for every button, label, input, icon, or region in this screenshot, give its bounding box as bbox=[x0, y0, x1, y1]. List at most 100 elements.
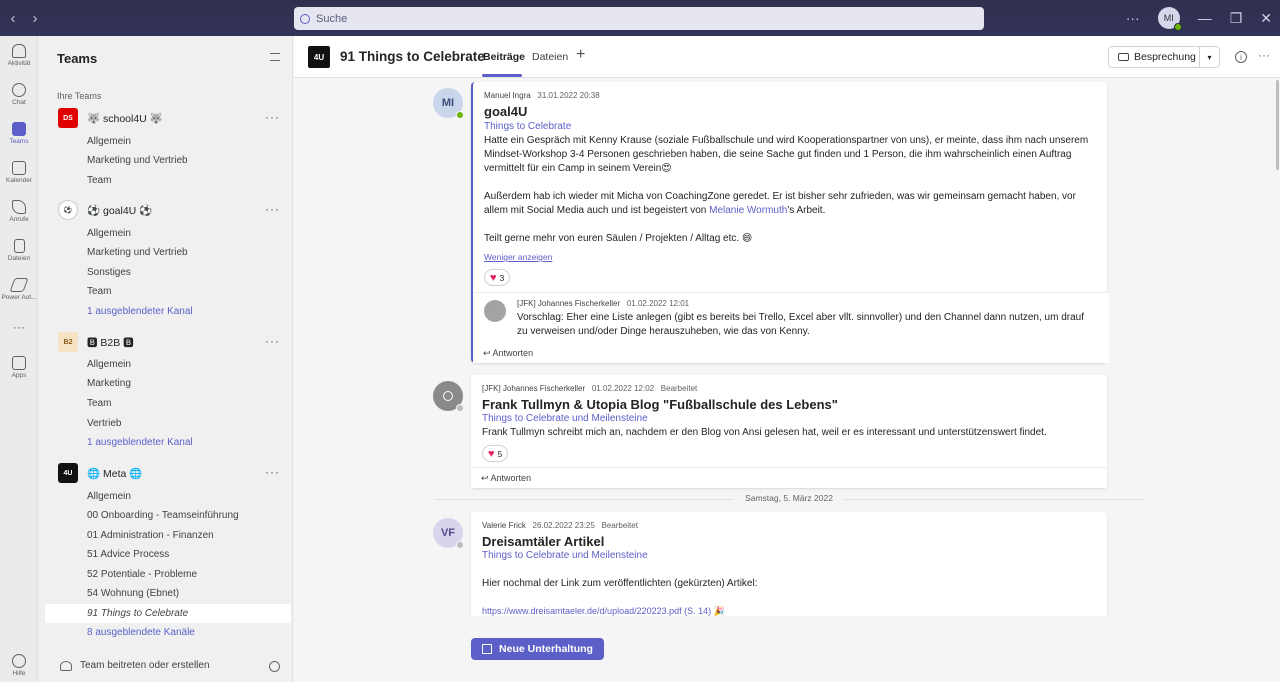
channel-item[interactable]: 54 Wohnung (Ebnet) bbox=[87, 588, 179, 599]
rail-help[interactable]: Hilfe bbox=[0, 654, 38, 677]
presence-icon bbox=[1173, 23, 1182, 31]
post-time: 26.02.2022 23:25 bbox=[532, 521, 595, 530]
more-icon[interactable]: ··· bbox=[265, 334, 280, 348]
rail-chat[interactable]: Chat bbox=[0, 83, 38, 106]
team-logo: 4U bbox=[58, 463, 78, 483]
hidden-channels-link[interactable]: 8 ausgeblendete Kanäle bbox=[87, 627, 195, 638]
avatar[interactable] bbox=[484, 300, 506, 322]
team-goal4u[interactable]: ⚽ ⚽ goal4U ⚽ ··· bbox=[58, 200, 288, 220]
channel-item[interactable]: 52 Potentiale - Probleme bbox=[87, 569, 197, 580]
rail-power-automate[interactable]: Power Aut... bbox=[0, 278, 38, 301]
rail-label: Apps bbox=[11, 372, 27, 379]
more-icon[interactable]: ··· bbox=[265, 465, 280, 479]
post-body: Hatte ein Gespräch mit Kenny Krause (soz… bbox=[484, 134, 1096, 246]
post-link[interactable]: https://www.dreisamtaeler.de/d/upload/22… bbox=[482, 604, 1094, 616]
channel-item[interactable]: Marketing bbox=[87, 378, 131, 389]
add-tab-icon[interactable]: + bbox=[576, 46, 585, 64]
post-tag[interactable]: Things to Celebrate und Meilensteine bbox=[482, 413, 648, 424]
join-create-label: Team beitreten oder erstellen bbox=[80, 660, 210, 671]
reaction-heart[interactable]: ♥ 3 bbox=[484, 269, 511, 286]
rail-label: Anrufe bbox=[9, 216, 29, 223]
reply-time: 01.02.2022 12:01 bbox=[626, 299, 690, 308]
back-icon[interactable]: ‹ bbox=[2, 10, 24, 27]
team-name: 🅱 B2B 🅱 bbox=[87, 336, 134, 349]
hidden-channels-link[interactable]: 1 ausgeblendeter Kanal bbox=[87, 306, 193, 317]
rail-activity[interactable]: Aktivität bbox=[0, 44, 38, 67]
join-create-team[interactable]: Team beitreten oder erstellen bbox=[60, 660, 210, 671]
avatar[interactable]: MI bbox=[433, 88, 464, 119]
team-logo: DS bbox=[58, 108, 78, 128]
channel-item[interactable]: Marketing und Vertrieb bbox=[87, 247, 188, 258]
calendar-icon bbox=[12, 161, 26, 175]
hidden-channels-link[interactable]: 1 ausgeblendeter Kanal bbox=[87, 437, 193, 448]
rail-calendar[interactable]: Kalender bbox=[0, 161, 38, 184]
more-icon[interactable]: ··· bbox=[265, 110, 280, 124]
tab-files[interactable]: Dateien bbox=[532, 51, 568, 63]
rail-label: Teams bbox=[9, 138, 29, 145]
forward-icon[interactable]: › bbox=[24, 10, 46, 27]
reply-button[interactable]: ↩ Antworten bbox=[481, 473, 531, 484]
post-paragraph: Hatte ein Gespräch mit Kenny Krause (soz… bbox=[484, 135, 1089, 174]
post-tag[interactable]: Things to Celebrate und Meilensteine bbox=[482, 550, 648, 561]
close-icon[interactable]: ✕ bbox=[1260, 10, 1272, 27]
post-paragraph: Teilt gerne mehr von euren Säulen / Proj… bbox=[484, 233, 753, 244]
team-school4u[interactable]: DS 🐺 school4U 🐺 ··· bbox=[58, 108, 288, 128]
minimize-icon[interactable]: — bbox=[1198, 10, 1212, 26]
channel-item[interactable]: Vertrieb bbox=[87, 418, 121, 429]
channel-item[interactable]: Team bbox=[87, 398, 111, 409]
scrollbar[interactable] bbox=[1276, 80, 1279, 170]
channel-item[interactable]: Allgemein bbox=[87, 136, 131, 147]
channel-item[interactable]: Marketing und Vertrieb bbox=[87, 155, 188, 166]
show-less-link[interactable]: Weniger anzeigen bbox=[484, 252, 552, 262]
post-body: Hier nochmal der Link zum veröffentlicht… bbox=[482, 578, 758, 589]
channel-item[interactable]: 51 Advice Process bbox=[87, 549, 169, 560]
channel-item-selected[interactable]: 91 Things to Celebrate bbox=[45, 604, 291, 623]
rail-apps[interactable]: Apps bbox=[0, 356, 38, 379]
reaction-heart[interactable]: ♥ 5 bbox=[482, 445, 509, 462]
avatar[interactable] bbox=[433, 381, 464, 412]
rail-files[interactable]: Dateien bbox=[0, 239, 38, 262]
reply-button[interactable]: ↩ Antworten bbox=[483, 348, 533, 359]
meeting-button[interactable]: Besprechung ▾ bbox=[1108, 46, 1220, 68]
post-tag[interactable]: Things to Celebrate bbox=[484, 121, 571, 132]
channel-item[interactable]: Sonstiges bbox=[87, 267, 131, 278]
post-author: [JFK] Johannes Fischerkeller bbox=[482, 384, 586, 393]
rail-calls[interactable]: Anrufe bbox=[0, 200, 38, 223]
restore-icon[interactable]: ❐ bbox=[1230, 10, 1243, 27]
team-logo: ⚽ bbox=[58, 200, 78, 220]
channel-item[interactable]: Allgemein bbox=[87, 491, 131, 502]
search-input[interactable]: Suche bbox=[294, 7, 984, 30]
channel-item[interactable]: 00 Onboarding - Teamseinführung bbox=[87, 510, 239, 521]
avatar-initials: VF bbox=[440, 527, 456, 539]
channel-item[interactable]: Team bbox=[87, 286, 111, 297]
team-b2b[interactable]: B2 🅱 B2B 🅱 ··· bbox=[58, 332, 288, 352]
mention[interactable]: Melanie Wormuth bbox=[709, 205, 787, 216]
channel-item[interactable]: Allgemein bbox=[87, 228, 131, 239]
more-options-icon[interactable]: ··· bbox=[1126, 10, 1140, 26]
chevron-down-icon[interactable]: ▾ bbox=[1199, 47, 1219, 67]
heart-icon: ♥ bbox=[490, 271, 497, 284]
meeting-label: Besprechung bbox=[1134, 51, 1196, 63]
reply-author: [JFK] Johannes Fischerkeller bbox=[517, 299, 621, 308]
rail-teams[interactable]: Teams bbox=[0, 122, 38, 145]
channel-item[interactable]: Team bbox=[87, 175, 111, 186]
channel-item[interactable]: 01 Administration - Finanzen bbox=[87, 530, 214, 541]
channel-item[interactable]: Allgemein bbox=[87, 359, 131, 370]
post-subject: goal4U bbox=[484, 104, 528, 119]
info-icon[interactable]: i bbox=[1235, 51, 1247, 63]
avatar[interactable]: VF bbox=[433, 518, 464, 549]
rail-label: Dateien bbox=[7, 255, 31, 262]
user-avatar[interactable]: MI bbox=[1157, 7, 1182, 31]
new-conversation-button[interactable]: Neue Unterhaltung bbox=[471, 638, 604, 660]
team-logo: B2 bbox=[58, 332, 78, 352]
more-icon[interactable]: ··· bbox=[1258, 48, 1270, 62]
team-meta[interactable]: 4U 🌐 Meta 🌐 ··· bbox=[58, 463, 288, 483]
rail-label: Kalender bbox=[5, 177, 33, 184]
more-icon[interactable]: ··· bbox=[265, 202, 280, 216]
filter-icon[interactable] bbox=[270, 53, 280, 61]
post-author: Manuel Ingra bbox=[484, 91, 531, 100]
tab-posts[interactable]: Beiträge bbox=[483, 51, 525, 63]
gear-icon[interactable] bbox=[269, 661, 280, 672]
reply-area: ↩ Antworten bbox=[471, 467, 1107, 488]
rail-more[interactable]: ··· bbox=[0, 320, 38, 334]
